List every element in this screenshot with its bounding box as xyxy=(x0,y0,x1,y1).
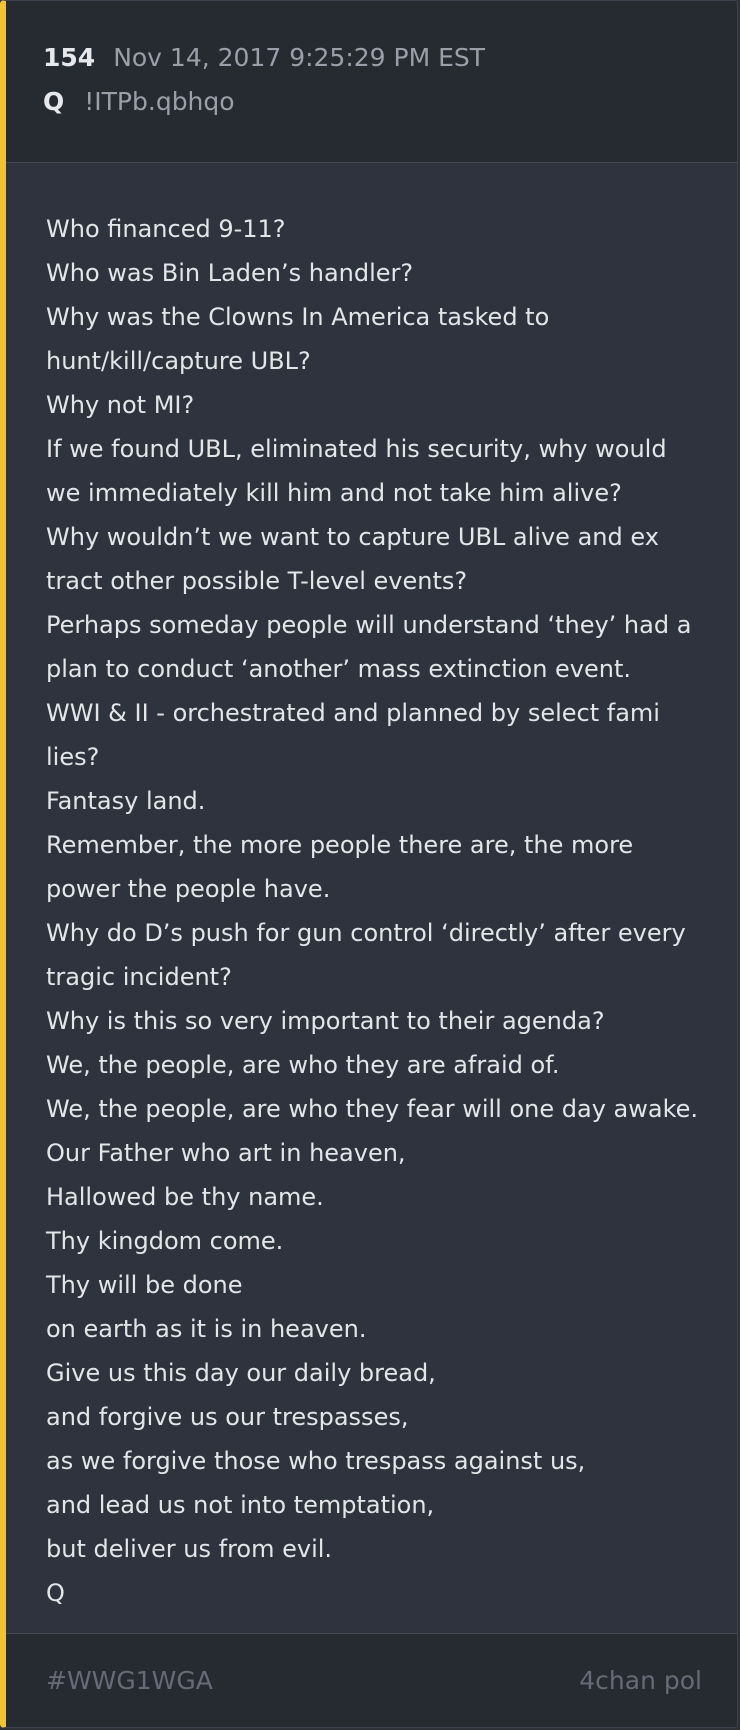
post-text-line: Thy kingdom come. xyxy=(46,1227,284,1255)
post-text-line: on earth as it is in heaven. xyxy=(46,1315,367,1343)
post-text-line: Why do D’s push for gun control ‘directl… xyxy=(46,919,686,947)
post-text-line: WWI & II - orchestrated and planned by s… xyxy=(46,699,660,727)
post-author-row: Q !ITPb.qbhqo xyxy=(43,87,737,131)
post-text-line: power the people have. xyxy=(46,875,331,903)
post-text-line: We, the people, are who they are afraid … xyxy=(46,1051,560,1079)
post-meta-row: 154 Nov 14, 2017 9:25:29 PM EST xyxy=(43,43,737,87)
post-text-line: Why wouldn’t we want to capture UBL aliv… xyxy=(46,523,659,551)
post-text-line: lies? xyxy=(46,743,100,771)
post-text-line: If we found UBL, eliminated his security… xyxy=(46,435,667,463)
post-text-line: Why is this so very important to their a… xyxy=(46,1007,605,1035)
author-name: Q xyxy=(43,87,65,116)
post-text-line: Thy will be done xyxy=(46,1271,243,1299)
post-text-line: Why not MI? xyxy=(46,391,195,419)
post-text-line: tract other possible T-level events? xyxy=(46,567,468,595)
post-text-line: Why was the Clowns In America tasked to xyxy=(46,303,550,331)
post-text-line: Q xyxy=(46,1579,65,1607)
hashtag-link[interactable]: #WWG1WGA xyxy=(46,1666,213,1695)
post-text-line: Perhaps someday people will understand ‘… xyxy=(46,611,692,639)
post-text-line: We, the people, are who they fear will o… xyxy=(46,1095,699,1123)
post-body: Who financed 9-11? Who was Bin Laden’s ha… xyxy=(6,163,737,1636)
post-text-line: plan to conduct ‘another’ mass extinctio… xyxy=(46,655,632,683)
author-tripcode: !ITPb.qbhqo xyxy=(84,87,235,116)
post-text-line: Who financed 9-11? xyxy=(46,215,286,243)
source-label: 4chan pol xyxy=(579,1666,702,1695)
post-footer: #WWG1WGA 4chan pol xyxy=(6,1633,737,1727)
post-text-line: but deliver us from evil. xyxy=(46,1535,333,1563)
post-number: 154 xyxy=(43,43,96,72)
post-text-line: as we forgive those who trespass against… xyxy=(46,1447,586,1475)
post-text-line: Fantasy land. xyxy=(46,787,206,815)
post-text-line: Hallowed be thy name. xyxy=(46,1183,324,1211)
post-text-line: Our Father who art in heaven, xyxy=(46,1139,406,1167)
post-text-line: Remember, the more people there are, the… xyxy=(46,831,634,859)
post-text-line: tragic incident? xyxy=(46,963,232,991)
post-text-line: and lead us not into temptation, xyxy=(46,1491,435,1519)
post-header: 154 Nov 14, 2017 9:25:29 PM EST Q !ITPb.… xyxy=(6,1,737,163)
post-text-line: we immediately kill him and not take him… xyxy=(46,479,622,507)
post-text-line: Who was Bin Laden’s handler? xyxy=(46,259,414,287)
post-date: Nov 14, 2017 9:25:29 PM EST xyxy=(113,43,486,72)
post-text-line: hunt/kill/capture UBL? xyxy=(46,347,311,375)
post-text-line: and forgive us our trespasses, xyxy=(46,1403,409,1431)
post-text-line: Give us this day our daily bread, xyxy=(46,1359,436,1387)
post-card: 154 Nov 14, 2017 9:25:29 PM EST Q !ITPb.… xyxy=(0,0,738,1728)
